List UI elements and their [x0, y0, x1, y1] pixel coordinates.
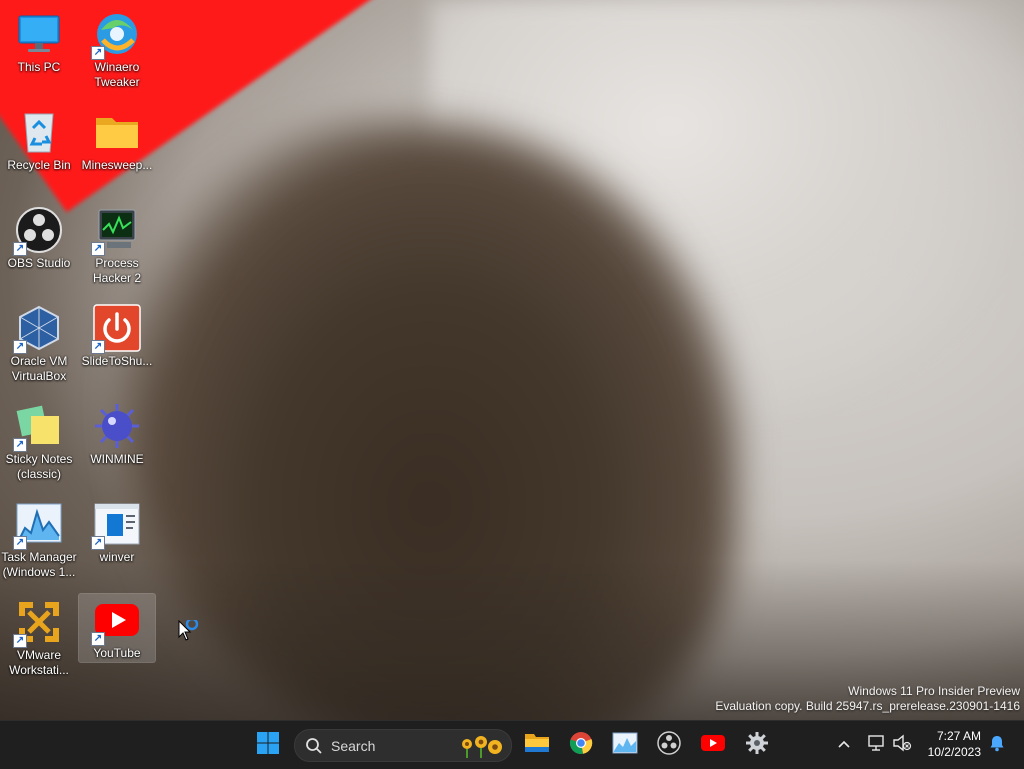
taskbar-file-explorer[interactable] [521, 729, 553, 761]
youtube-icon: ↗ [91, 596, 141, 646]
desktop-icon-grid: This PC Recycle Bin ↗ OBS Studio ↗ Oracl… [0, 0, 170, 700]
file-explorer-icon [524, 732, 550, 759]
desktop-icon-this-pc[interactable]: This PC [1, 8, 77, 78]
desktop-icon-vmware[interactable]: ↗ VMware Workstati... [1, 596, 77, 677]
task-manager-icon: ↗ [13, 500, 63, 550]
sticky-notes-icon: ↗ [13, 402, 63, 452]
search-placeholder: Search [331, 738, 376, 754]
shortcut-arrow-icon: ↗ [13, 438, 27, 452]
youtube-icon [700, 733, 726, 758]
watermark-build: Evaluation copy. Build 25947.rs_prerelea… [715, 699, 1020, 713]
shortcut-arrow-icon: ↗ [91, 242, 105, 256]
slide-to-shutdown-icon: ↗ [91, 304, 141, 354]
vmware-icon: ↗ [13, 598, 63, 648]
settings-gear-icon [745, 731, 769, 760]
clock-time: 7:27 AM [936, 729, 981, 743]
desktop-icon-winver[interactable]: ↗ winver [79, 498, 155, 568]
desktop-icon-recycle-bin[interactable]: Recycle Bin [1, 106, 77, 176]
volume-muted-icon [892, 734, 912, 757]
notification-bell-icon [988, 734, 1006, 757]
shortcut-arrow-icon: ↗ [13, 536, 27, 550]
folder-icon [93, 108, 141, 156]
chrome-icon [569, 731, 593, 760]
recycle-bin-icon [15, 108, 63, 156]
taskbar-search-box[interactable]: Search [294, 729, 512, 762]
winver-icon: ↗ [91, 500, 141, 550]
desktop-icon-slide-to-shutdown[interactable]: ↗ SlideToShu... [79, 302, 155, 372]
desktop-icon-winaero-tweaker[interactable]: ↗ Winaero Tweaker [79, 8, 155, 89]
chevron-up-icon [837, 736, 851, 754]
shortcut-arrow-icon: ↗ [13, 242, 27, 256]
desktop-icon-virtualbox[interactable]: ↗ Oracle VM VirtualBox [1, 302, 77, 383]
evaluation-watermark: Windows 11 Pro Insider Preview Evaluatio… [560, 684, 1020, 714]
search-icon [305, 737, 323, 760]
desktop-icon-obs-studio[interactable]: ↗ OBS Studio [1, 204, 77, 274]
start-icon [256, 731, 280, 760]
tray-notifications-button[interactable] [984, 729, 1010, 761]
tray-network-button[interactable] [862, 729, 890, 761]
network-disconnected-icon [866, 734, 886, 757]
process-hacker-icon: ↗ [91, 206, 141, 256]
taskbar-settings-app[interactable] [741, 729, 773, 761]
desktop-icon-minesweeper-folder[interactable]: Minesweep... [79, 106, 155, 176]
search-highlight-flowers-icon [459, 734, 505, 763]
tray-clock[interactable]: 7:27 AM 10/2/2023 [911, 728, 981, 760]
clock-date: 10/2/2023 [927, 745, 981, 759]
desktop-icon-winmine[interactable]: WINMINE [79, 400, 155, 470]
desktop-icon-task-manager[interactable]: ↗ Task Manager (Windows 1... [1, 498, 77, 579]
shortcut-arrow-icon: ↗ [13, 340, 27, 354]
mouse-cursor [178, 617, 202, 647]
task-manager-icon [612, 732, 638, 759]
winaero-tweaker-icon: ↗ [91, 10, 141, 60]
taskbar-chrome[interactable] [565, 729, 597, 761]
taskbar: Search 7:27 AM 10/2/2023 [0, 720, 1024, 769]
shortcut-arrow-icon: ↗ [91, 536, 105, 550]
virtualbox-icon: ↗ [13, 304, 63, 354]
desktop-icon-process-hacker[interactable]: ↗ Process Hacker 2 [79, 204, 155, 285]
desktop-icon-sticky-notes[interactable]: ↗ Sticky Notes (classic) [1, 400, 77, 481]
winmine-icon [93, 402, 141, 450]
shortcut-arrow-icon: ↗ [91, 340, 105, 354]
taskbar-obs-studio[interactable] [653, 729, 685, 761]
shortcut-arrow-icon: ↗ [91, 632, 105, 646]
shortcut-arrow-icon: ↗ [13, 634, 27, 648]
tray-overflow-button[interactable] [830, 729, 858, 761]
obs-studio-icon [657, 730, 681, 760]
desktop-icon-youtube[interactable]: ↗ YouTube [78, 593, 156, 663]
obs-studio-icon: ↗ [13, 206, 63, 256]
taskbar-task-manager[interactable] [609, 729, 641, 761]
watermark-edition: Windows 11 Pro Insider Preview [848, 684, 1020, 698]
shortcut-arrow-icon: ↗ [91, 46, 105, 60]
start-button[interactable] [252, 729, 284, 761]
this-pc-icon [15, 10, 63, 58]
taskbar-youtube[interactable] [697, 729, 729, 761]
